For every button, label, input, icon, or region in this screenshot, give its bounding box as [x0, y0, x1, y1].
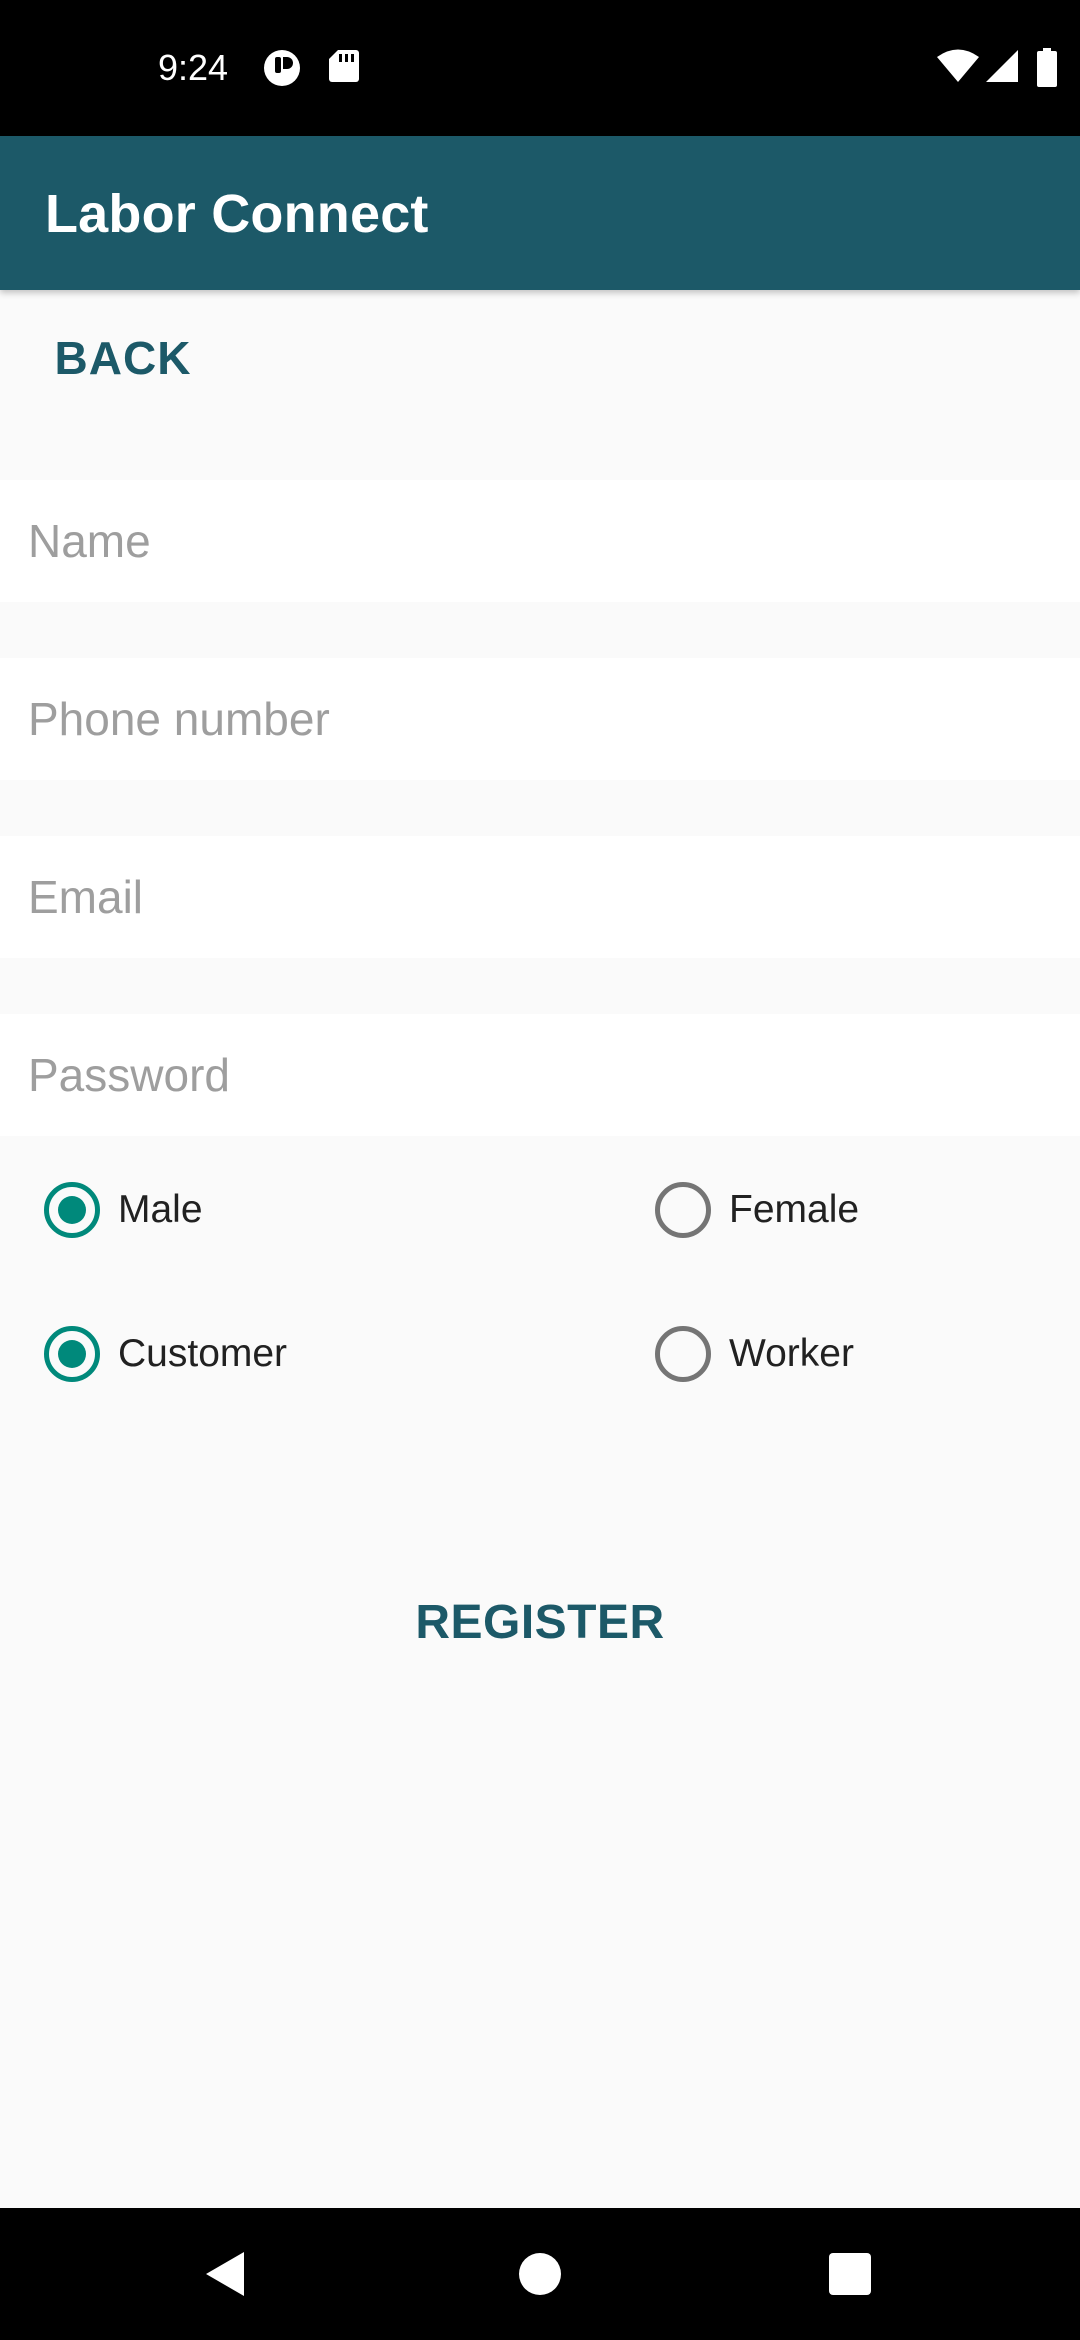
email-field-container: [0, 836, 1080, 958]
radio-label: Worker: [729, 1332, 854, 1375]
home-circle-icon[interactable]: [510, 2244, 570, 2304]
register-button[interactable]: REGISTER: [380, 1580, 700, 1664]
radio-female[interactable]: Female: [655, 1170, 859, 1250]
app-bar: Labor Connect: [0, 136, 1080, 290]
name-field-container: [0, 480, 1080, 602]
navigation-bar: [0, 2208, 1080, 2340]
password-field-container: [0, 1014, 1080, 1136]
name-input[interactable]: [0, 480, 1080, 602]
radio-label: Female: [729, 1188, 860, 1231]
radio-male[interactable]: Male: [44, 1170, 203, 1250]
battery-icon: [1036, 48, 1058, 88]
radio-checked-icon: [44, 1182, 100, 1238]
back-button[interactable]: BACK: [28, 316, 218, 400]
radio-checked-icon: [44, 1326, 100, 1382]
sd-card-icon: [328, 48, 360, 88]
radio-unchecked-icon: [655, 1326, 711, 1382]
status-time: 9:24: [158, 47, 229, 88]
email-input[interactable]: [0, 836, 1080, 958]
phone-number-input[interactable]: [0, 658, 1080, 780]
cell-signal-icon: [984, 48, 1020, 88]
radio-worker[interactable]: Worker: [655, 1314, 854, 1394]
notification-app-icon: [262, 48, 302, 88]
status-bar: 9:24: [0, 0, 1080, 136]
radio-unchecked-icon: [655, 1182, 711, 1238]
radio-customer[interactable]: Customer: [44, 1314, 287, 1394]
app-title: Labor Connect: [45, 184, 429, 244]
recents-square-icon[interactable]: [820, 2244, 880, 2304]
password-input[interactable]: [0, 1014, 1080, 1136]
wifi-icon: [936, 48, 980, 88]
radio-label: Customer: [118, 1332, 288, 1375]
phone-field-container: [0, 658, 1080, 780]
back-triangle-icon[interactable]: [196, 2244, 256, 2304]
radio-label: Male: [118, 1188, 203, 1231]
